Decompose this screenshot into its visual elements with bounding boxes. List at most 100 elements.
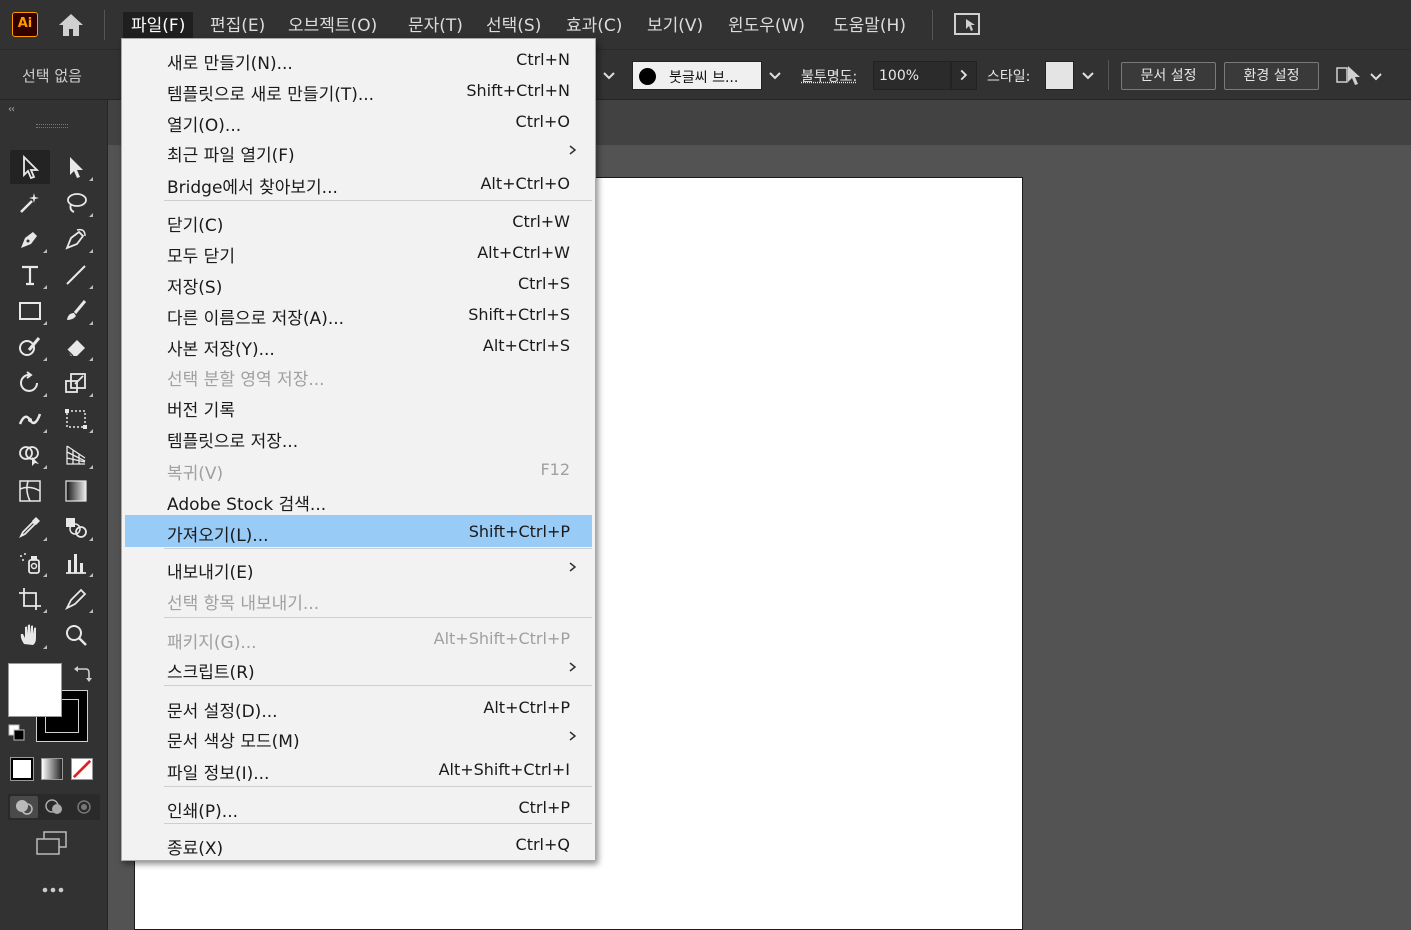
draw-behind-icon[interactable] [40, 796, 68, 818]
home-icon[interactable] [56, 11, 86, 39]
chevron-down-icon[interactable] [1077, 61, 1099, 90]
menu-item-label: 모두 닫기 [167, 247, 235, 267]
shape-builder-tool-icon[interactable] [10, 438, 50, 472]
menu-item-document-color-mode[interactable]: 문서 색상 모드(M) [125, 722, 592, 752]
graphic-style-swatch[interactable] [1045, 61, 1074, 90]
width-tool-icon[interactable] [10, 402, 50, 436]
shaper-tool-icon[interactable] [10, 330, 50, 364]
menu-item-label: 파일 정보(I)... [167, 764, 270, 784]
eyedropper-tool-icon[interactable] [10, 510, 50, 544]
eraser-tool-icon[interactable] [56, 330, 96, 364]
menu-item-version-history[interactable]: 버전 기록 [125, 391, 592, 421]
chevron-down-icon[interactable] [764, 61, 786, 90]
rotate-tool-icon[interactable] [10, 366, 50, 400]
menu-item-shortcut: Ctrl+W [512, 212, 570, 231]
color-mode-button[interactable] [10, 757, 34, 781]
menu-item-label: 문서 설정(D)... [167, 702, 278, 722]
fill-color-swatch[interactable] [8, 663, 62, 717]
artboard-tool-icon[interactable] [10, 582, 50, 616]
menu-item-new[interactable]: 새로 만들기(N)... Ctrl+N [125, 44, 592, 74]
pen-tool-icon[interactable] [10, 222, 50, 256]
preferences-button[interactable]: 환경 설정 [1224, 62, 1319, 90]
collapse-panel-button[interactable]: ‹‹ [8, 104, 15, 115]
panel-grip[interactable] [36, 124, 68, 128]
gradient-tool-icon[interactable] [56, 474, 96, 508]
menu-item-export[interactable]: 내보내기(E) [125, 553, 592, 583]
menu-view[interactable]: 보기(V) [639, 12, 711, 40]
menu-separator [164, 548, 592, 549]
menu-item-open[interactable]: 열기(O)... Ctrl+O [125, 106, 592, 136]
curvature-tool-icon[interactable] [56, 222, 96, 256]
arrange-documents-icon[interactable] [952, 11, 982, 39]
gradient-mode-button[interactable] [41, 758, 63, 780]
menu-effect[interactable]: 효과(C) [558, 12, 630, 40]
selection-tool-icon[interactable] [10, 150, 50, 184]
opacity-label[interactable]: 불투명도: [801, 66, 857, 86]
menu-type[interactable]: 문자(T) [400, 12, 471, 40]
menu-item-close-all[interactable]: 모두 닫기 Alt+Ctrl+W [125, 237, 592, 267]
menu-item-file-info[interactable]: 파일 정보(I)... Alt+Shift+Ctrl+I [125, 754, 592, 784]
slice-tool-icon[interactable] [56, 582, 96, 616]
menu-item-label: 내보내기(E) [167, 563, 254, 583]
draw-normal-icon[interactable] [10, 796, 38, 818]
arrange-panels-icon[interactable] [1334, 62, 1386, 90]
menu-item-shortcut: Ctrl+N [516, 50, 570, 69]
screen-mode-icon[interactable] [34, 830, 70, 856]
mesh-tool-icon[interactable] [10, 474, 50, 508]
document-setup-button[interactable]: 문서 설정 [1121, 62, 1216, 90]
opacity-input[interactable]: 100% [873, 61, 951, 90]
direct-selection-tool-icon[interactable] [56, 150, 96, 184]
menu-item-new-from-template[interactable]: 템플릿으로 새로 만들기(T)... Shift+Ctrl+N [125, 75, 592, 105]
draw-inside-icon[interactable] [70, 796, 98, 818]
menu-item-print[interactable]: 인쇄(P)... Ctrl+P [125, 792, 592, 822]
menu-select[interactable]: 선택(S) [478, 12, 549, 40]
menu-item-label: 사본 저장(Y)... [167, 340, 275, 360]
menu-item-shortcut: Ctrl+O [515, 112, 570, 131]
column-graph-tool-icon[interactable] [56, 546, 96, 580]
type-tool-icon[interactable] [10, 258, 50, 292]
chevron-down-icon[interactable] [598, 61, 620, 90]
menu-item-scripts[interactable]: 스크립트(R) [125, 653, 592, 683]
lasso-tool-icon[interactable] [56, 186, 96, 220]
menu-item-place[interactable]: 가져오기(L)... Shift+Ctrl+P [125, 515, 592, 547]
menu-window[interactable]: 윈도우(W) [720, 12, 813, 40]
menu-edit[interactable]: 편집(E) [202, 12, 273, 40]
menu-help[interactable]: 도움말(H) [825, 12, 914, 40]
none-mode-button[interactable] [71, 758, 93, 780]
menu-item-exit[interactable]: 종료(X) Ctrl+Q [125, 829, 592, 859]
rectangle-tool-icon[interactable] [10, 294, 50, 328]
menu-item-document-setup[interactable]: 문서 설정(D)... Alt+Ctrl+P [125, 692, 592, 722]
brush-definition-dropdown[interactable]: 붓글씨 브... [632, 61, 762, 90]
paintbrush-tool-icon[interactable] [56, 294, 96, 328]
menu-item-close[interactable]: 닫기(C) Ctrl+W [125, 206, 592, 236]
menu-item-save[interactable]: 저장(S) Ctrl+S [125, 268, 592, 298]
perspective-grid-tool-icon[interactable] [56, 438, 96, 472]
menu-item-label: 최근 파일 열기(F) [167, 146, 295, 166]
more-tools-icon[interactable] [38, 880, 68, 900]
menu-item-save-a-copy[interactable]: 사본 저장(Y)... Alt+Ctrl+S [125, 330, 592, 360]
chevron-right-icon [568, 141, 578, 159]
menu-item-save-as-template[interactable]: 템플릿으로 저장... [125, 422, 592, 452]
menu-item-label: 템플릿으로 새로 만들기(T)... [167, 85, 375, 105]
menu-item-open-recent[interactable]: 최근 파일 열기(F) [125, 136, 592, 166]
free-transform-tool-icon[interactable] [56, 402, 96, 436]
menu-item-browse-in-bridge[interactable]: Bridge에서 찾아보기... Alt+Ctrl+O [125, 168, 592, 198]
zoom-tool-icon[interactable] [56, 618, 96, 652]
blend-tool-icon[interactable] [56, 510, 96, 544]
menu-item-search-adobe-stock[interactable]: Adobe Stock 검색... [125, 485, 592, 515]
menu-item-export-selection: 선택 항목 내보내기... [125, 584, 592, 614]
default-fill-stroke-icon[interactable] [8, 724, 26, 742]
opacity-expand-button[interactable] [951, 61, 977, 90]
brush-dot-icon [639, 68, 656, 85]
menu-file[interactable]: 파일(F) [123, 12, 194, 40]
menu-item-label: 스크립트(R) [167, 663, 255, 683]
magic-wand-tool-icon[interactable] [10, 186, 50, 220]
hand-tool-icon[interactable] [10, 618, 50, 652]
menu-object[interactable]: 오브젝트(O) [280, 12, 385, 40]
swap-fill-stroke-icon[interactable] [74, 665, 92, 683]
menu-item-save-as[interactable]: 다른 이름으로 저장(A)... Shift+Ctrl+S [125, 299, 592, 329]
symbol-sprayer-tool-icon[interactable] [10, 546, 50, 580]
scale-tool-icon[interactable] [56, 366, 96, 400]
line-segment-tool-icon[interactable] [56, 258, 96, 292]
menu-item-label: Bridge에서 찾아보기... [167, 178, 338, 198]
